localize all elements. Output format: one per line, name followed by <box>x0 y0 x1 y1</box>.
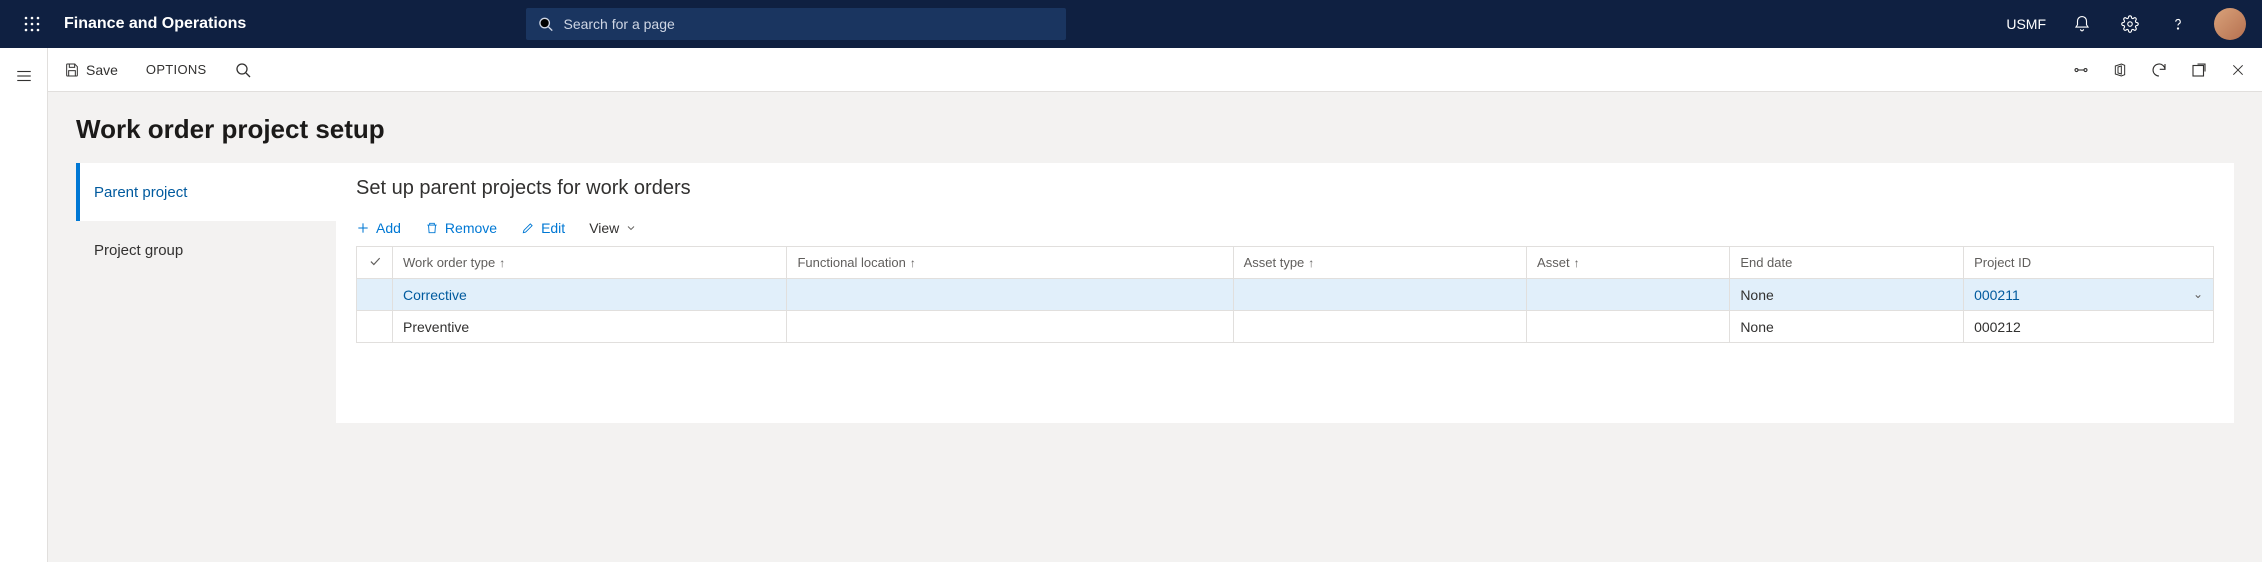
tab-label: Project group <box>94 242 183 259</box>
cell-value: 000211 <box>1974 287 2020 303</box>
col-work-order-type[interactable]: Work order type ↑ <box>393 247 787 279</box>
cell-end-date[interactable]: None <box>1730 311 1964 343</box>
col-label: Asset type <box>1244 255 1305 270</box>
popout-icon <box>2190 61 2208 79</box>
options-button[interactable]: OPTIONS <box>142 54 211 86</box>
close-icon <box>2230 62 2246 78</box>
bell-icon <box>2073 15 2091 33</box>
view-label: View <box>589 220 619 236</box>
cell-end-date[interactable]: None <box>1730 279 1964 311</box>
hamburger-button[interactable] <box>0 56 48 96</box>
notifications-button[interactable] <box>2062 0 2102 48</box>
section-title: Set up parent projects for work orders <box>356 177 2214 200</box>
row-select[interactable] <box>357 279 393 311</box>
popout-button[interactable] <box>2186 54 2212 86</box>
link-icon <box>2072 61 2090 79</box>
company-code[interactable]: USMF <box>2006 16 2046 32</box>
global-search[interactable] <box>526 8 1066 40</box>
hamburger-icon <box>15 67 33 85</box>
cell-project-id[interactable]: 000211 ⌄ <box>1964 279 2214 311</box>
office-icon <box>2112 62 2128 78</box>
cell-asset[interactable] <box>1527 311 1730 343</box>
left-rail <box>0 48 48 562</box>
global-navbar: Finance and Operations USMF <box>0 0 2262 48</box>
app-title: Finance and Operations <box>56 15 246 33</box>
tab-label: Parent project <box>94 184 187 201</box>
user-avatar[interactable] <box>2214 8 2246 40</box>
save-label: Save <box>86 62 118 78</box>
remove-label: Remove <box>445 220 497 236</box>
trash-icon <box>425 221 439 235</box>
data-grid: Work order type ↑ Functional location ↑ As… <box>356 246 2214 343</box>
search-container <box>526 8 1066 40</box>
col-asset[interactable]: Asset ↑ <box>1527 247 1730 279</box>
table-toolbar: Add Remove Edit View <box>356 220 2214 236</box>
tab-project-group[interactable]: Project group <box>76 221 336 279</box>
settings-button[interactable] <box>2110 0 2150 48</box>
sort-asc-icon: ↑ <box>499 256 505 270</box>
search-input[interactable] <box>563 16 1054 32</box>
tab-parent-project[interactable]: Parent project <box>76 163 336 221</box>
command-bar: Save OPTIONS <box>48 48 2262 92</box>
sort-asc-icon: ↑ <box>1308 256 1314 270</box>
col-functional-location[interactable]: Functional location ↑ <box>787 247 1233 279</box>
page-title: Work order project setup <box>76 114 2234 145</box>
col-label: End date <box>1740 255 1792 270</box>
col-asset-type[interactable]: Asset type↑ <box>1233 247 1526 279</box>
cell-project-id[interactable]: 000212 <box>1964 311 2214 343</box>
gear-icon <box>2121 15 2139 33</box>
row-select[interactable] <box>357 311 393 343</box>
add-button[interactable]: Add <box>356 220 401 236</box>
help-icon <box>2169 15 2187 33</box>
remove-button[interactable]: Remove <box>425 220 497 236</box>
check-icon <box>368 254 382 268</box>
panel-main: Set up parent projects for work orders A… <box>336 163 2234 423</box>
close-button[interactable] <box>2226 54 2250 86</box>
edit-button[interactable]: Edit <box>521 220 565 236</box>
chevron-down-icon[interactable]: ⌄ <box>2193 287 2203 301</box>
find-button[interactable] <box>231 54 255 86</box>
search-icon <box>538 16 553 32</box>
options-label: OPTIONS <box>146 62 207 77</box>
col-project-id[interactable]: Project ID <box>1964 247 2214 279</box>
cell-work-order-type[interactable]: Preventive <box>393 311 787 343</box>
save-icon <box>64 62 80 78</box>
cell-asset-type[interactable] <box>1233 311 1526 343</box>
table-row[interactable]: Preventive None 000212 <box>357 311 2214 343</box>
panel: Parent project Project group Set up pare… <box>76 163 2234 423</box>
edit-label: Edit <box>541 220 565 236</box>
col-label: Project ID <box>1974 255 2031 270</box>
col-end-date[interactable]: End date <box>1730 247 1964 279</box>
sort-asc-icon: ↑ <box>910 256 916 270</box>
cell-functional-location[interactable] <box>787 279 1233 311</box>
add-label: Add <box>376 220 401 236</box>
cell-functional-location[interactable] <box>787 311 1233 343</box>
refresh-button[interactable] <box>2146 54 2172 86</box>
cell-asset-type[interactable] <box>1233 279 1526 311</box>
chevron-down-icon <box>625 222 637 234</box>
side-tabs: Parent project Project group <box>76 163 336 423</box>
col-label: Functional location <box>797 255 905 270</box>
table-row[interactable]: Corrective None 000211 ⌄ <box>357 279 2214 311</box>
save-button[interactable]: Save <box>60 54 122 86</box>
plus-icon <box>356 221 370 235</box>
app-launcher-button[interactable] <box>8 0 56 48</box>
search-icon <box>235 62 251 78</box>
pencil-icon <box>521 221 535 235</box>
select-all-header[interactable] <box>357 247 393 279</box>
cell-work-order-type[interactable]: Corrective <box>393 279 787 311</box>
sort-asc-icon: ↑ <box>1574 256 1580 270</box>
col-label: Asset <box>1537 255 1570 270</box>
connector-button[interactable] <box>2068 54 2094 86</box>
col-label: Work order type <box>403 255 495 270</box>
view-button[interactable]: View <box>589 220 637 236</box>
cell-asset[interactable] <box>1527 279 1730 311</box>
refresh-icon <box>2150 61 2168 79</box>
office-button[interactable] <box>2108 54 2132 86</box>
help-button[interactable] <box>2158 0 2198 48</box>
page-body: Work order project setup Parent project … <box>48 92 2262 562</box>
